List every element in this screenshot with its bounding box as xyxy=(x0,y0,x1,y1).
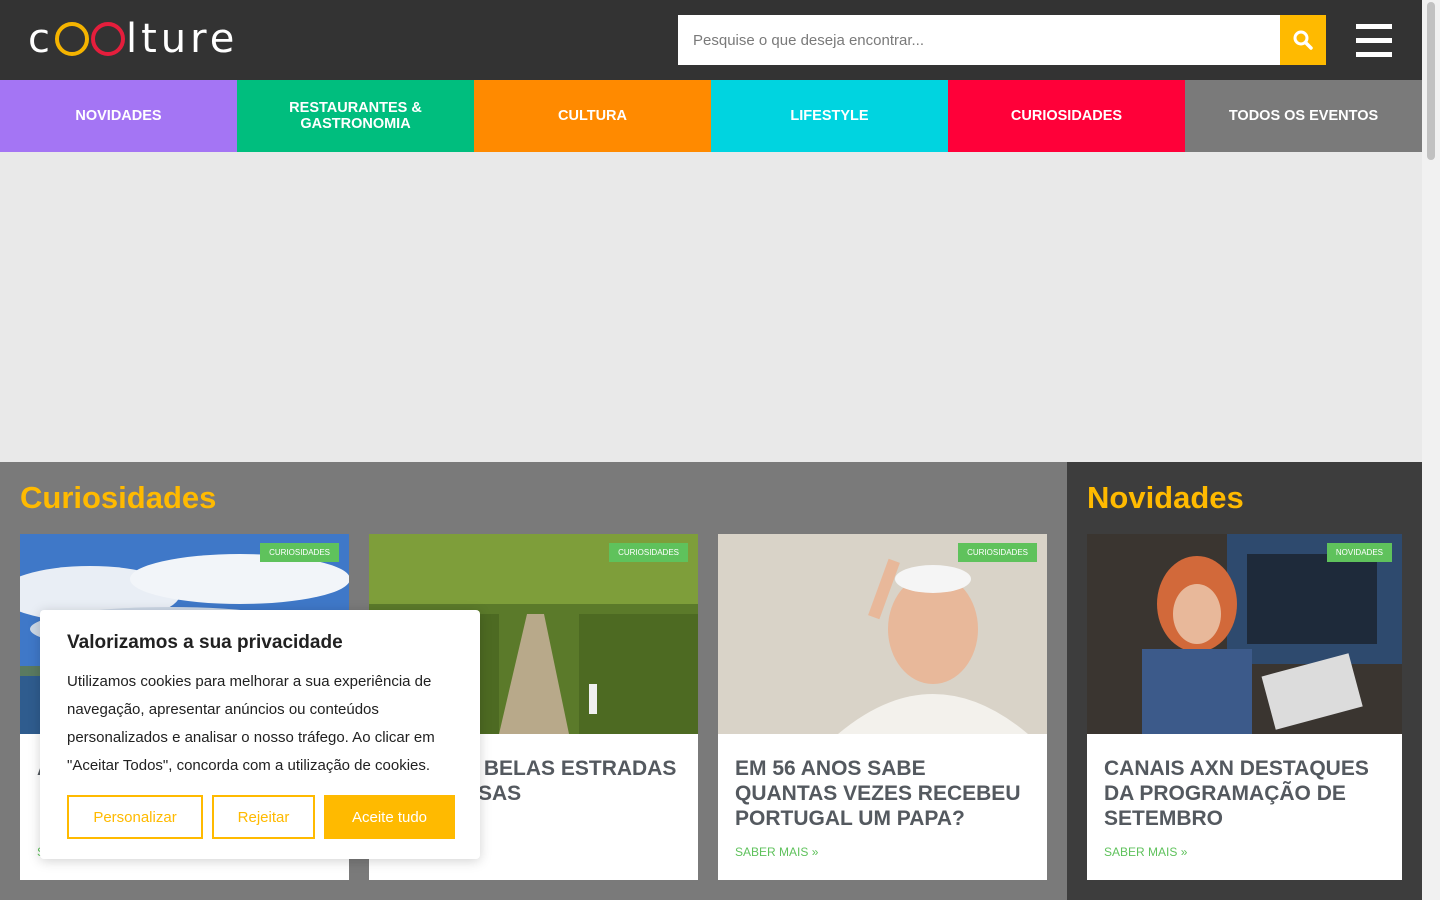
article-title[interactable]: CANAIS AXN DESTAQUES DA PROGRAMAÇÃO DE S… xyxy=(1104,756,1388,831)
article-title[interactable]: S BELAS ESTRADAS ESAS xyxy=(464,756,684,806)
category-badge[interactable]: NOVIDADES xyxy=(1326,543,1392,562)
menu-icon[interactable] xyxy=(1356,24,1392,58)
article-title[interactable]: EM 56 ANOS SABE QUANTAS VEZES RECEBEU PO… xyxy=(735,756,1033,831)
search-button[interactable] xyxy=(1280,15,1326,65)
site-header: c lture xyxy=(0,0,1422,80)
category-badge[interactable]: CURIOSIDADES xyxy=(958,543,1037,562)
article-card[interactable]: CURIOSIDADES EM 56 ANOS SABE QUANTAS VEZ… xyxy=(718,534,1047,880)
cookie-consent-dialog: Valorizamos a sua privacidade Utilizamos… xyxy=(40,610,480,859)
customize-button[interactable]: Personalizar xyxy=(67,795,203,839)
category-badge[interactable]: CURIOSIDADES xyxy=(609,543,688,562)
search-icon xyxy=(1293,30,1313,50)
logo-suffix: lture xyxy=(126,16,239,62)
ad-placeholder xyxy=(0,152,1422,462)
nav-item-cultura[interactable]: CULTURA xyxy=(474,80,711,152)
logo-ring-yellow xyxy=(55,22,89,56)
accept-all-button[interactable]: Aceite tudo xyxy=(324,795,455,839)
scrollbar-thumb[interactable] xyxy=(1427,2,1435,160)
section-title: Novidades xyxy=(1087,480,1244,515)
nav-item-todos-eventos[interactable]: TODOS OS EVENTOS xyxy=(1185,80,1422,152)
cookie-title: Valorizamos a sua privacidade xyxy=(67,632,343,653)
site-logo[interactable]: c lture xyxy=(28,14,238,64)
nav-item-restaurantes[interactable]: RESTAURANTES & GASTRONOMIA xyxy=(237,80,474,152)
nav-item-novidades[interactable]: NOVIDADES xyxy=(0,80,237,152)
nav-item-curiosidades[interactable]: CURIOSIDADES xyxy=(948,80,1185,152)
article-card[interactable]: NOVIDADES CANAIS AXN DESTAQUES DA PROGRA… xyxy=(1087,534,1402,880)
category-badge[interactable]: CURIOSIDADES xyxy=(260,543,339,562)
article-image[interactable]: CURIOSIDADES xyxy=(718,534,1047,734)
cookie-buttons: Personalizar Rejeitar Aceite tudo xyxy=(67,795,455,839)
cookie-text: Utilizamos cookies para melhorar a sua e… xyxy=(67,673,435,774)
read-more-link[interactable]: SABER MAIS » xyxy=(1104,845,1187,859)
page-scrollbar[interactable] xyxy=(1422,0,1440,900)
novidades-section: Novidades NOVIDADES CANAIS AXN DESTAQUES… xyxy=(1067,462,1422,900)
search-input[interactable] xyxy=(678,15,1280,65)
logo-prefix: c xyxy=(28,16,54,62)
section-title: Curiosidades xyxy=(20,480,217,515)
read-more-link[interactable]: SABER MAIS » xyxy=(735,845,818,859)
nav-item-lifestyle[interactable]: LIFESTYLE xyxy=(711,80,948,152)
reject-button[interactable]: Rejeitar xyxy=(212,795,315,839)
main-nav: NOVIDADES RESTAURANTES & GASTRONOMIA CUL… xyxy=(0,80,1422,152)
article-image[interactable]: NOVIDADES xyxy=(1087,534,1402,734)
logo-ring-red xyxy=(91,22,125,56)
